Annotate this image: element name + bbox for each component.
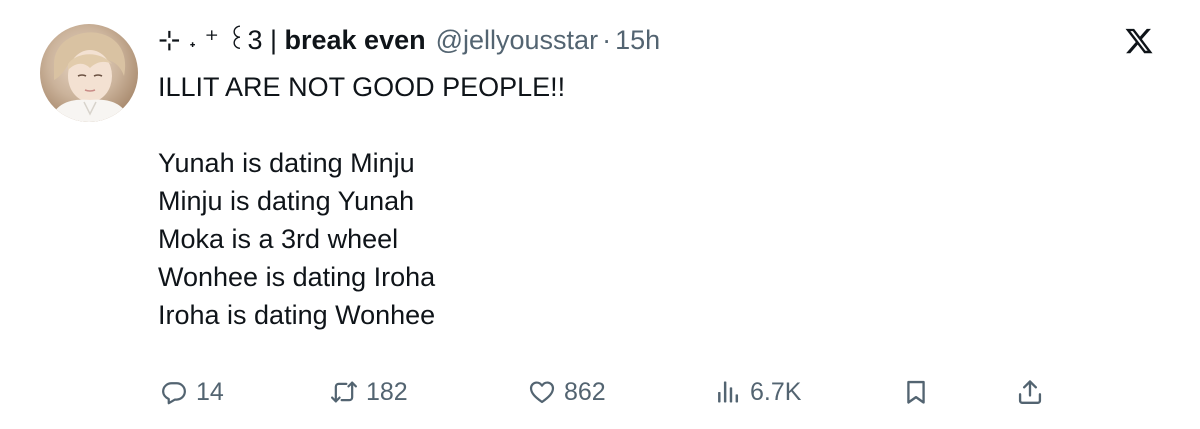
tweet-line: Iroha is dating Wonhee: [158, 300, 436, 330]
tweet: ⊹ ˖ ⁺ ꒰3 | break even @jellyousstar · 15…: [0, 0, 1200, 429]
repost-button[interactable]: 182: [330, 372, 408, 412]
tweet-timestamp[interactable]: 15h: [615, 22, 660, 58]
avatar[interactable]: [40, 24, 138, 122]
tweet-line: Wonhee is dating Iroha: [158, 262, 436, 292]
repost-count: 182: [366, 377, 408, 406]
tweet-header: ⊹ ˖ ⁺ ꒰3 | break even @jellyousstar · 15…: [158, 22, 660, 58]
bookmark-icon: [907, 380, 925, 404]
heart-icon: [529, 381, 555, 404]
like-count: 862: [564, 377, 606, 406]
reply-button[interactable]: 14: [160, 372, 224, 412]
avatar-image: [50, 32, 130, 122]
tweet-line: Yunah is dating Minju: [158, 148, 415, 178]
user-handle[interactable]: @jellyousstar: [436, 22, 598, 58]
repost-icon: [330, 381, 358, 403]
like-button[interactable]: 862: [528, 372, 606, 412]
tweet-line: ILLIT ARE NOT GOOD PEOPLE!!: [158, 72, 566, 102]
display-name[interactable]: ⊹ ˖ ⁺ ꒰3 | break even: [158, 22, 426, 58]
views-button[interactable]: 6.7K: [714, 372, 801, 412]
share-button[interactable]: [1016, 372, 1044, 412]
display-name-text: break even: [284, 25, 426, 55]
views-count: 6.7K: [750, 377, 802, 406]
tweet-line: Moka is a 3rd wheel: [158, 224, 399, 254]
tweet-line: Minju is dating Yunah: [158, 186, 415, 216]
share-icon: [1018, 380, 1042, 405]
reply-count: 14: [196, 377, 224, 406]
header-separator: ·: [602, 25, 612, 55]
reply-icon: [162, 382, 186, 405]
views-icon: [718, 381, 739, 403]
tweet-text: ILLIT ARE NOT GOOD PEOPLE!! Yunah is dat…: [158, 68, 1058, 334]
bookmark-button[interactable]: [902, 372, 930, 412]
action-bar: 14 182 862 6.7K: [158, 372, 1058, 412]
x-logo-icon: [1124, 26, 1154, 56]
display-name-prefix: ⊹ ˖ ⁺ ꒰3 |: [158, 25, 285, 55]
